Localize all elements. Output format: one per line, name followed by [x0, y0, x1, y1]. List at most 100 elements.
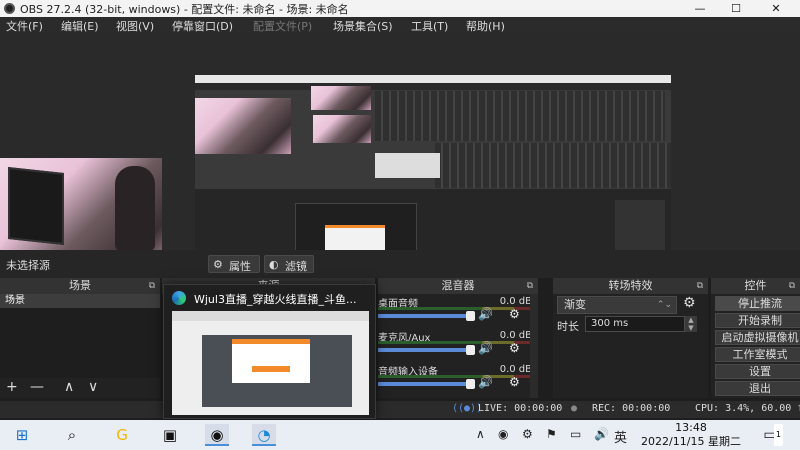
scene-list[interactable]	[0, 308, 160, 378]
undock-icon[interactable]: ⧉	[789, 278, 795, 294]
scene-list-item[interactable]: 场景	[0, 294, 160, 308]
menu-edit[interactable]: 编辑(E)	[61, 18, 99, 34]
scenes-dock-header: 场景 ⧉	[0, 278, 160, 294]
no-source-label: 未选择源	[6, 259, 50, 272]
duration-label: 时长	[557, 320, 579, 333]
undock-icon[interactable]: ⧉	[697, 278, 703, 294]
mixer-channel: 桌面音频 0.0 dB 🔊 ⚙	[378, 296, 538, 322]
menu-scene-collection[interactable]: 场景集合(S)	[333, 18, 393, 34]
volume-slider[interactable]	[378, 348, 470, 352]
preview-canvas[interactable]	[0, 33, 800, 250]
remove-scene-button[interactable]: —	[30, 379, 44, 395]
move-scene-up-button[interactable]: ∧	[64, 379, 74, 395]
gear-icon[interactable]: ⚙	[509, 341, 520, 355]
menu-file[interactable]: 文件(F)	[6, 18, 43, 34]
mixer-dock-title: 混音器	[441, 279, 475, 292]
security-icon[interactable]: ⚑	[546, 427, 557, 441]
close-button[interactable]: ✕	[756, 0, 796, 17]
start-virtual-camera-button[interactable]: 启动虚拟摄像机	[715, 330, 800, 345]
controls-dock-header: 控件 ⧉	[711, 278, 800, 294]
gear-icon[interactable]: ⚙	[509, 375, 520, 389]
taskbar-thumbnail-popup[interactable]: Wjul3直播_穿越火线直播_斗鱼...	[163, 284, 376, 419]
live-time: LIVE: 00:00:00	[478, 403, 563, 414]
undock-icon[interactable]: ⧉	[527, 278, 533, 294]
nested-webcam	[195, 98, 291, 154]
notification-icon[interactable]: ▭ 1	[757, 424, 783, 446]
mixer-scrollbar[interactable]	[530, 294, 538, 398]
thumbnail-preview[interactable]	[172, 311, 369, 415]
add-scene-button[interactable]: +	[6, 379, 18, 395]
settings-button[interactable]: 设置	[715, 364, 800, 379]
network-icon[interactable]: ⚙	[522, 427, 533, 441]
volume-slider-handle[interactable]	[466, 345, 475, 355]
search-icon[interactable]: ⌕	[60, 424, 84, 446]
channel-db: 0.0 dB	[499, 364, 532, 375]
controls-dock: 控件 ⧉ 停止推流 开始录制 启动虚拟摄像机 工作室模式 设置 退出	[711, 278, 800, 398]
nested-menu	[195, 83, 671, 90]
duration-input[interactable]: 300 ms	[585, 316, 685, 332]
clock-date: 2022/11/15 星期二	[641, 435, 741, 448]
transitions-dock-header: 转场特效 ⧉	[553, 278, 708, 294]
studio-mode-button[interactable]: 工作室模式	[715, 347, 800, 362]
filter-icon: ◐	[269, 258, 279, 271]
terminal-icon[interactable]: ▣	[158, 424, 182, 446]
properties-button[interactable]: ⚙ 属性	[208, 255, 260, 273]
start-recording-button[interactable]: 开始录制	[715, 313, 800, 328]
stop-streaming-button[interactable]: 停止推流	[715, 296, 800, 311]
menu-help[interactable]: 帮助(H)	[466, 18, 505, 34]
chevron-updown-icon: ⌃⌄	[656, 300, 672, 310]
filters-label: 滤镜	[285, 260, 307, 273]
channel-db: 0.0 dB	[499, 330, 532, 341]
obs-tray-icon[interactable]: ◉	[498, 427, 508, 441]
volume-slider[interactable]	[378, 314, 470, 318]
menu-docks[interactable]: 停靠窗口(D)	[172, 18, 233, 34]
rec-time: REC: 00:00:00	[592, 403, 671, 414]
windows-start-icon[interactable]: ⊞	[10, 424, 34, 446]
scenes-dock-title: 场景	[69, 279, 91, 292]
edge-icon[interactable]: ◔	[252, 424, 276, 446]
thumbnail-dialog	[232, 339, 310, 383]
volume-icon[interactable]: 🔊	[594, 427, 609, 441]
display-icon[interactable]: ▭	[570, 427, 581, 441]
filters-button[interactable]: ◐ 滤镜	[264, 255, 314, 273]
menu-bar: 文件(F) 编辑(E) 视图(V) 停靠窗口(D) 配置文件(P) 场景集合(S…	[0, 17, 800, 33]
transition-select[interactable]: 渐变 ⌃⌄	[557, 296, 677, 314]
undock-icon[interactable]: ⧉	[149, 278, 155, 294]
nested-preview-lower	[435, 143, 671, 188]
webcam-person	[115, 166, 155, 250]
menu-view[interactable]: 视图(V)	[116, 18, 154, 34]
exit-button[interactable]: 退出	[715, 381, 800, 396]
gear-icon[interactable]: ⚙	[509, 307, 520, 321]
move-scene-down-button[interactable]: ∨	[88, 379, 98, 395]
transitions-dock-title: 转场特效	[608, 279, 653, 292]
volume-slider-handle[interactable]	[466, 379, 475, 389]
properties-label: 属性	[229, 260, 251, 273]
obs-app-icon	[4, 3, 15, 14]
speaker-icon[interactable]: 🔊	[478, 307, 493, 321]
cpu-fps: CPU: 3.4%, 60.00 fps	[695, 403, 800, 414]
maximize-button[interactable]: ☐	[716, 0, 756, 17]
controls-dock-title: 控件	[744, 279, 767, 292]
clock-time: 13:48	[675, 421, 707, 434]
volume-slider[interactable]	[378, 382, 470, 386]
nested-thumb-dialog	[325, 225, 385, 250]
volume-slider-handle[interactable]	[466, 311, 475, 321]
taskbar-clock[interactable]: 13:48 2022/11/15 星期二	[636, 421, 746, 449]
gear-icon[interactable]: ⚙	[683, 295, 696, 311]
nested-webcam-2	[311, 86, 371, 110]
edge-icon	[172, 291, 186, 305]
speaker-icon[interactable]: 🔊	[478, 341, 493, 355]
nested-controls	[615, 200, 665, 250]
mixer-dock-header: 混音器 ⧉	[378, 278, 538, 294]
nested-preview-area	[375, 91, 665, 141]
chevron-up-icon[interactable]: ∧	[476, 427, 485, 441]
channel-db: 0.0 dB	[499, 296, 532, 307]
obs-icon[interactable]: ◉	[205, 424, 229, 446]
ime-indicator[interactable]: 英	[614, 427, 627, 446]
duration-spinner[interactable]: ▲ ▼	[685, 316, 697, 332]
minimize-button[interactable]: —	[680, 0, 720, 17]
menu-tools[interactable]: 工具(T)	[411, 18, 448, 34]
nested-dialog	[375, 153, 440, 178]
speaker-icon[interactable]: 🔊	[478, 375, 493, 389]
chrome-icon[interactable]: G	[110, 424, 134, 446]
